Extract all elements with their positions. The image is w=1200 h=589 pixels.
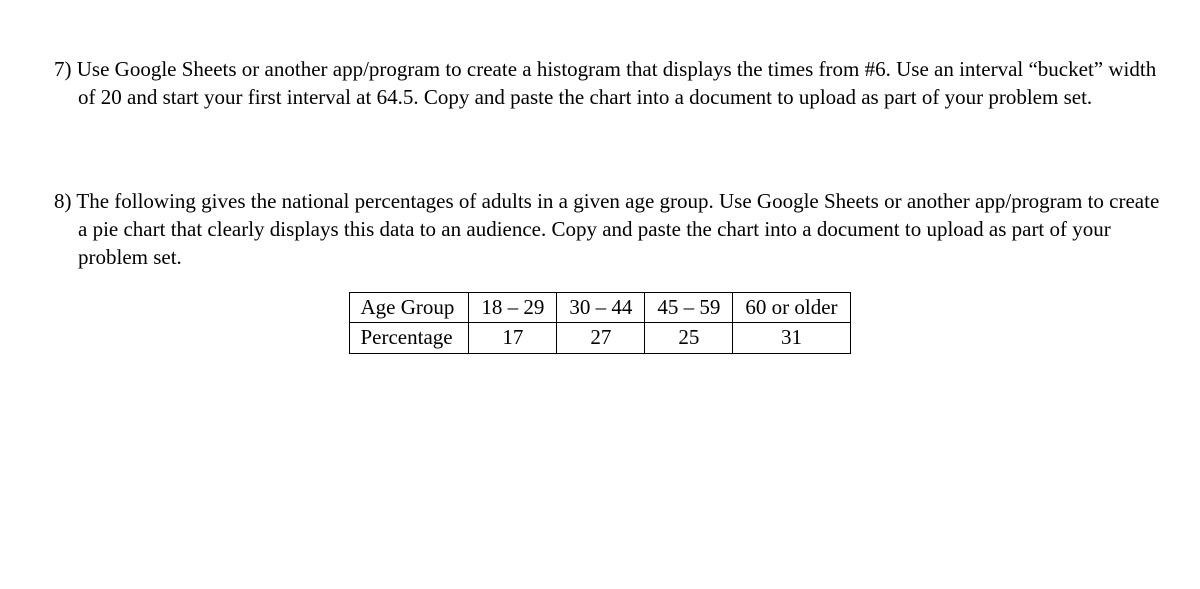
question-7-number: 7) [54,57,72,81]
question-8-text: 8) The following gives the national perc… [30,187,1170,272]
header-18-29: 18 – 29 [469,292,557,322]
question-7-text: 7) Use Google Sheets or another app/prog… [30,55,1170,112]
table-row: Percentage 17 27 25 31 [350,323,850,353]
value-45-59: 25 [645,323,733,353]
table-row: Age Group 18 – 29 30 – 44 45 – 59 60 or … [350,292,850,322]
question-8-number: 8) [54,189,72,213]
age-group-table: Age Group 18 – 29 30 – 44 45 – 59 60 or … [349,292,850,354]
value-60-older: 31 [733,323,850,353]
row-label-age-group: Age Group [350,292,469,322]
header-45-59: 45 – 59 [645,292,733,322]
row-label-percentage: Percentage [350,323,469,353]
question-8: 8) The following gives the national perc… [30,187,1170,354]
question-8-body: The following gives the national percent… [76,189,1159,270]
header-30-44: 30 – 44 [557,292,645,322]
header-60-older: 60 or older [733,292,850,322]
value-30-44: 27 [557,323,645,353]
value-18-29: 17 [469,323,557,353]
question-7-body: Use Google Sheets or another app/program… [77,57,1156,109]
question-7: 7) Use Google Sheets or another app/prog… [30,55,1170,112]
